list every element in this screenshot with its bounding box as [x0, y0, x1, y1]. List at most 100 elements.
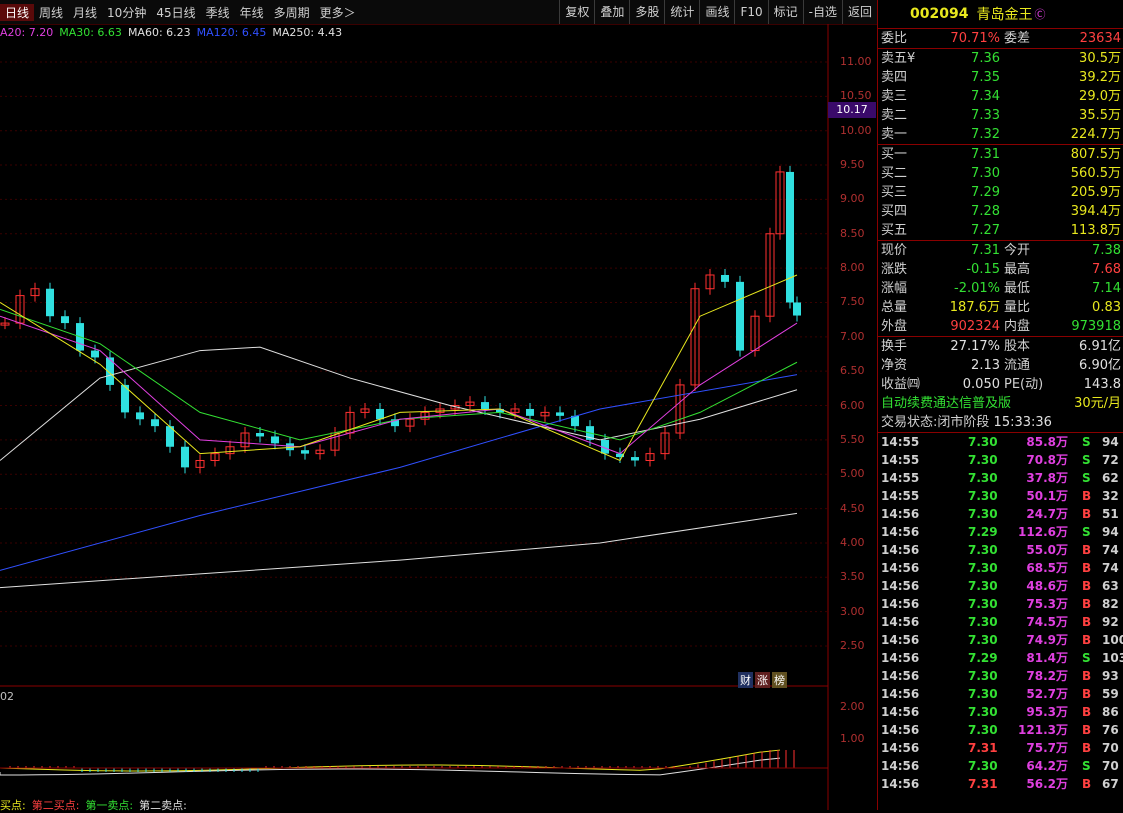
- tick-row[interactable]: 14:56 7.30 68.5万 B 74: [878, 559, 1123, 577]
- tick-row[interactable]: 14:55 7.30 70.8万 S 72: [878, 451, 1123, 469]
- kline-chart[interactable]: [0, 0, 877, 810]
- ask-price: 7.36: [971, 51, 1000, 66]
- tick-row[interactable]: 14:55 7.30 85.8万 S 94: [878, 433, 1123, 451]
- candle-body: [61, 316, 69, 324]
- stat-value: 7.68: [1092, 262, 1121, 277]
- tick-row[interactable]: 14:56 7.29 112.6万 S 94: [878, 523, 1123, 541]
- tick-row[interactable]: 14:56 7.30 121.3万 B 76: [878, 721, 1123, 739]
- ma-legend-item: MA30: 6.63: [59, 26, 122, 39]
- tick-side: S: [1082, 525, 1091, 539]
- tick-time: 14:56: [881, 597, 920, 611]
- tick-count: 72: [1102, 453, 1119, 467]
- ma-legend-item: MA60: 6.23: [127, 26, 191, 39]
- tick-row[interactable]: 14:56 7.30 95.3万 B 86: [878, 703, 1123, 721]
- bid-price: 7.30: [971, 166, 1000, 181]
- bid-row[interactable]: 买三 7.29 205.9万: [878, 183, 1123, 202]
- ma-legend-item: MA120: 6.45: [196, 26, 267, 39]
- axis-tick: 3.00: [840, 604, 865, 618]
- ask-row[interactable]: 卖一 7.32 224.7万: [878, 125, 1123, 144]
- ask-price: 7.34: [971, 89, 1000, 104]
- promo-text[interactable]: 自动续费通达信普及版: [881, 394, 1011, 413]
- info-badge[interactable]: 财: [738, 672, 753, 688]
- bid-volume: 807.5万: [1070, 147, 1121, 162]
- tick-row[interactable]: 14:56 7.31 56.2万 B 67: [878, 775, 1123, 793]
- tick-side: B: [1082, 615, 1092, 629]
- tick-price: 7.30: [968, 489, 998, 503]
- tick-price: 7.31: [968, 741, 998, 755]
- ask-row[interactable]: 卖四 7.35 39.2万: [878, 68, 1123, 87]
- stock-header: 002094 青岛金王 Ⓒ: [878, 0, 1123, 29]
- tick-price: 7.29: [968, 525, 998, 539]
- tick-price: 7.30: [968, 543, 998, 557]
- tick-row[interactable]: 14:56 7.30 74.5万 B 92: [878, 613, 1123, 631]
- tick-row[interactable]: 14:56 7.30 55.0万 B 74: [878, 541, 1123, 559]
- tick-row[interactable]: 14:56 7.30 52.7万 B 59: [878, 685, 1123, 703]
- bid-row[interactable]: 买二 7.30 560.5万: [878, 164, 1123, 183]
- ask-label: 卖五¥: [881, 51, 916, 66]
- info-badge[interactable]: 榜: [772, 672, 787, 688]
- tick-row[interactable]: 14:56 7.30 24.7万 B 51: [878, 505, 1123, 523]
- bid-row[interactable]: 买五 7.27 113.8万: [878, 221, 1123, 240]
- ask-row[interactable]: 卖三 7.34 29.0万: [878, 87, 1123, 106]
- tick-time: 14:56: [881, 777, 920, 791]
- candle-body: [631, 457, 639, 461]
- weicha-value: 23634: [1079, 31, 1121, 46]
- tick-row[interactable]: 14:56 7.30 74.9万 B 100: [878, 631, 1123, 649]
- tick-volume: 85.8万: [1026, 435, 1068, 449]
- fundamental-stats: 换手 27.17% 股本 6.91亿 净资 2.13 流通 6.90亿 收益㈣ 0.050 PE(动…: [878, 337, 1123, 394]
- candle-body: [151, 419, 159, 427]
- tick-time: 14:56: [881, 543, 920, 557]
- tick-price: 7.30: [968, 687, 998, 701]
- ask-volume: 224.7万: [1070, 127, 1121, 142]
- tick-volume: 75.3万: [1026, 597, 1068, 611]
- ask-price: 7.32: [971, 127, 1000, 142]
- tick-volume: 64.2万: [1026, 759, 1068, 773]
- promo-row[interactable]: 自动续费通达信普及版 30元/月: [878, 394, 1123, 413]
- axis-tick: 4.50: [840, 501, 865, 515]
- ask-label: 卖二: [881, 108, 908, 123]
- quote-panel: 002094 青岛金王 Ⓒ 委比 70.71% 委差 23634 卖五¥ 7.36…: [877, 0, 1123, 810]
- stat-row: 涨幅 -2.01% 最低 7.14: [878, 279, 1123, 298]
- promo-price[interactable]: 30元/月: [1074, 394, 1121, 413]
- info-badge[interactable]: 涨: [755, 672, 770, 688]
- stock-name: 青岛金王: [976, 7, 1033, 23]
- tick-row[interactable]: 14:55 7.30 37.8万 S 62: [878, 469, 1123, 487]
- stat-label: 总量: [881, 300, 908, 315]
- tick-row[interactable]: 14:56 7.30 64.2万 S 70: [878, 757, 1123, 775]
- tick-side: B: [1082, 489, 1092, 503]
- tick-row[interactable]: 14:56 7.30 48.6万 B 63: [878, 577, 1123, 595]
- ask-row[interactable]: 卖二 7.33 35.5万: [878, 106, 1123, 125]
- tick-side: B: [1082, 705, 1092, 719]
- tick-row[interactable]: 14:56 7.30 78.2万 B 93: [878, 667, 1123, 685]
- tick-time: 14:56: [881, 651, 920, 665]
- tick-volume: 74.5万: [1026, 615, 1068, 629]
- tick-price: 7.30: [968, 723, 998, 737]
- tick-count: 93: [1102, 669, 1119, 683]
- tick-row[interactable]: 14:56 7.29 81.4万 S 103: [878, 649, 1123, 667]
- bid-price: 7.28: [971, 204, 1000, 219]
- tick-price: 7.29: [968, 651, 998, 665]
- tick-count: 74: [1102, 543, 1119, 557]
- stat-value: 973918: [1071, 319, 1121, 334]
- tick-time: 14:56: [881, 723, 920, 737]
- tick-volume: 55.0万: [1026, 543, 1068, 557]
- tick-list[interactable]: 14:55 7.30 85.8万 S 94 14:55 7.30 70.8万 S 72 14:55 7…: [878, 433, 1123, 793]
- tick-time: 14:56: [881, 507, 920, 521]
- axis-tick: 6.50: [840, 364, 865, 378]
- tick-row[interactable]: 14:56 7.31 75.7万 B 70: [878, 739, 1123, 757]
- tick-volume: 68.5万: [1026, 561, 1068, 575]
- tick-volume: 78.2万: [1026, 669, 1068, 683]
- axis-tick: 8.00: [840, 261, 865, 275]
- fund-label: 净资: [881, 358, 908, 373]
- candle-body: [301, 450, 309, 454]
- bid-row[interactable]: 买四 7.28 394.4万: [878, 202, 1123, 221]
- tick-row[interactable]: 14:55 7.30 50.1万 B 32: [878, 487, 1123, 505]
- tick-row[interactable]: 14:56 7.30 75.3万 B 82: [878, 595, 1123, 613]
- tick-count: 51: [1102, 507, 1119, 521]
- tick-price: 7.30: [968, 471, 998, 485]
- bid-row[interactable]: 买一 7.31 807.5万: [878, 145, 1123, 164]
- ask-price: 7.35: [971, 70, 1000, 85]
- candle-body: [46, 288, 54, 317]
- sub-indicator-label: 02: [0, 690, 14, 703]
- ask-row[interactable]: 卖五¥ 7.36 30.5万: [878, 49, 1123, 68]
